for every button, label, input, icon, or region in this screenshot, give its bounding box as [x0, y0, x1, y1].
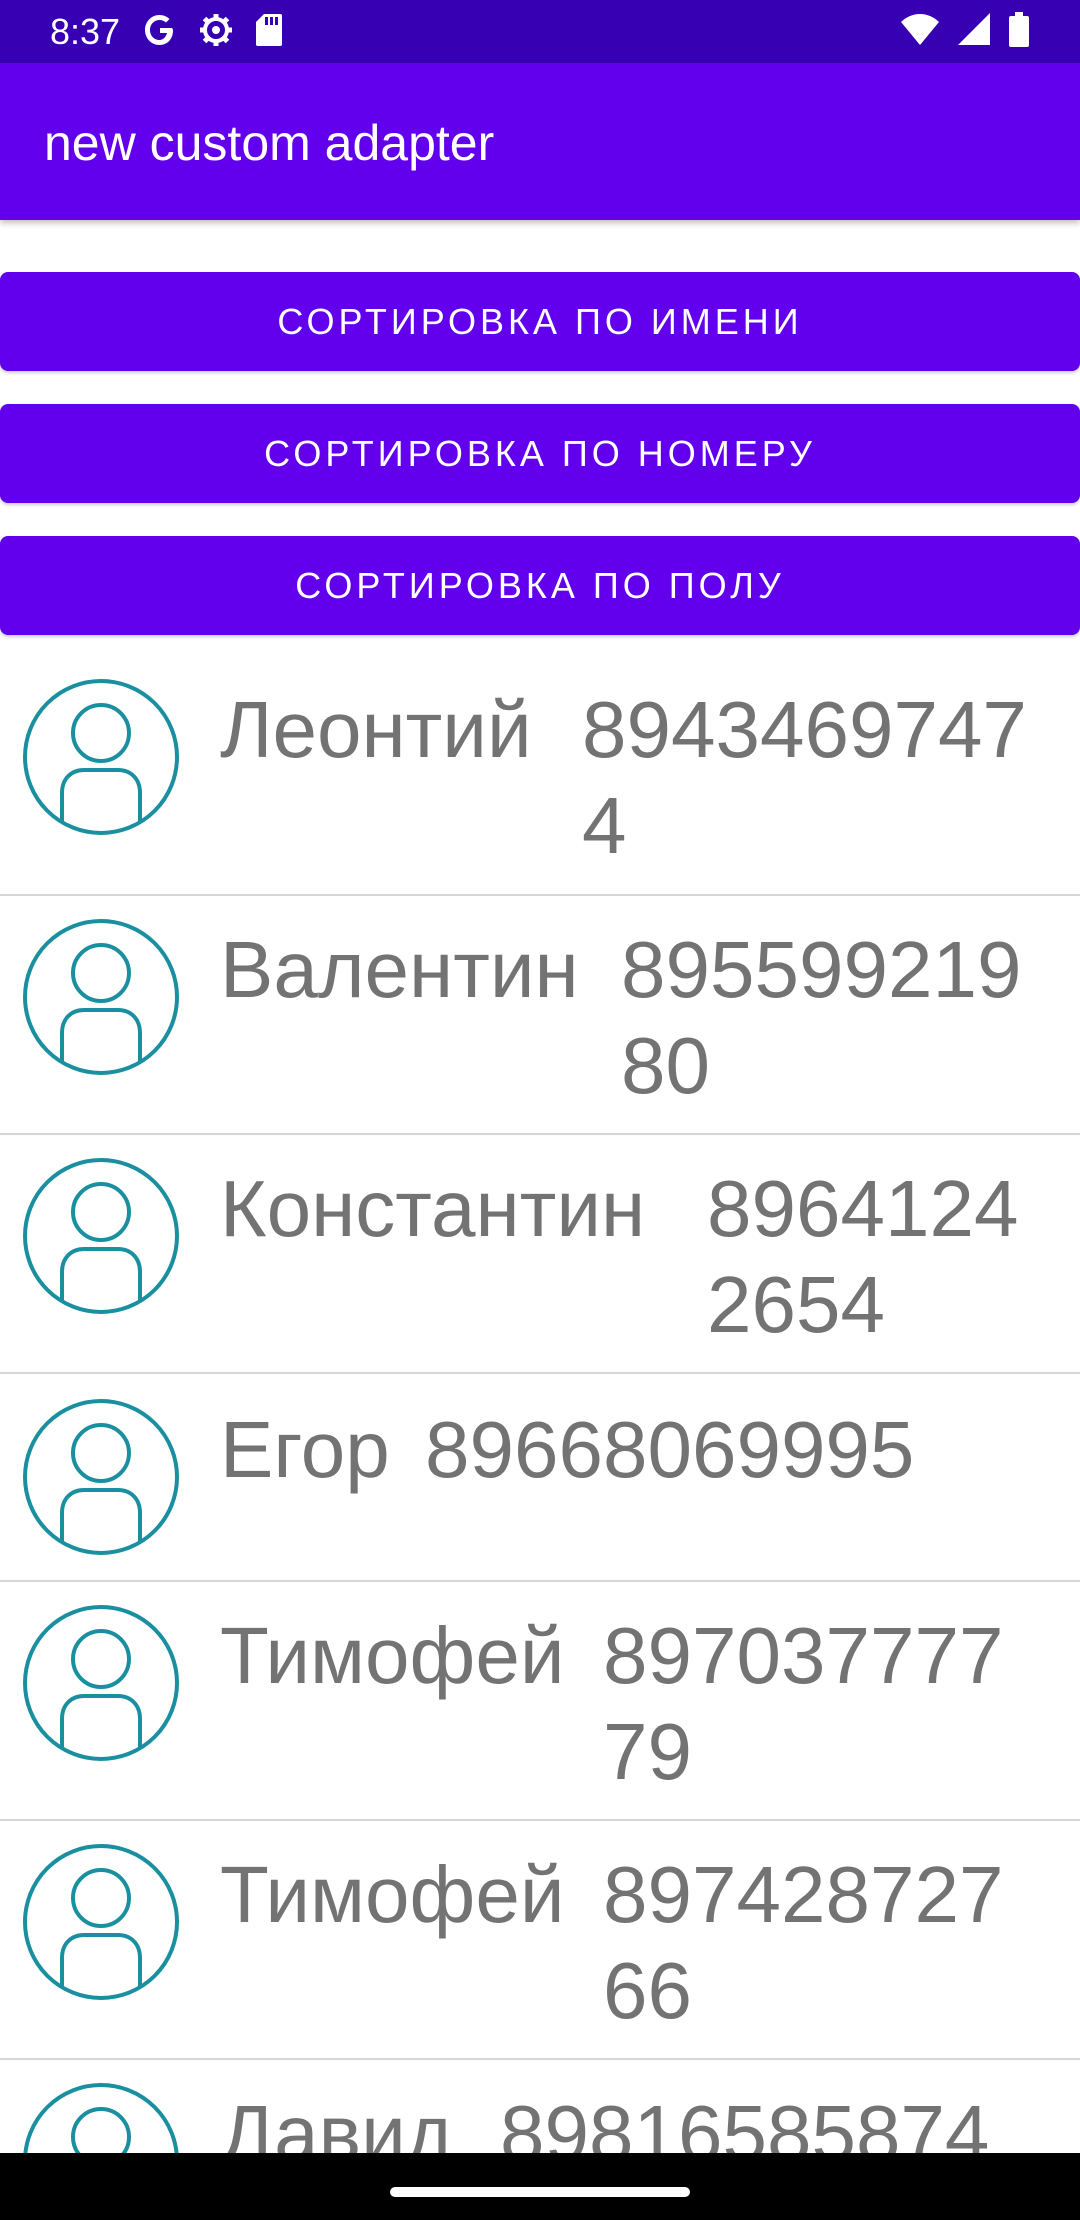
contact-phone: 89559921980: [621, 925, 1022, 1110]
person-avatar-icon: [23, 1844, 179, 2000]
person-avatar-icon: [23, 679, 179, 835]
person-avatar-icon: [23, 1399, 179, 1555]
person-avatar-icon: [23, 1605, 179, 1761]
person-avatar-icon: [23, 2083, 179, 2153]
status-icons-left: [142, 12, 284, 53]
contact-phone: 89816585874: [500, 2089, 990, 2153]
sort-by-name-button[interactable]: СОРТИРОВКА ПО ИМЕНИ: [0, 272, 1080, 371]
contact-name: Тимофей: [220, 1611, 565, 1700]
list-item[interactable]: Леонтий 89434697474: [0, 640, 1080, 896]
contact-phone: 89434697474: [582, 685, 1027, 870]
contact-phone: 89641242654: [707, 1164, 1019, 1349]
sort-by-number-button[interactable]: СОРТИРОВКА ПО НОМЕРУ: [0, 404, 1080, 503]
list-item[interactable]: Давид 89816585874: [0, 2060, 1080, 2153]
wifi-icon: [900, 13, 940, 52]
sd-card-icon: [254, 12, 284, 53]
battery-icon: [1008, 11, 1030, 53]
settings-gear-icon: [198, 12, 234, 53]
contact-phone: 89742872766: [603, 1850, 1004, 2035]
contact-name: Леонтий: [220, 685, 532, 774]
app-title: new custom adapter: [44, 115, 495, 171]
contact-list[interactable]: Леонтий 89434697474 Валентин 89559921980…: [0, 640, 1080, 2153]
list-item[interactable]: Тимофей 89703777779: [0, 1582, 1080, 1821]
list-item[interactable]: Егор 89668069995: [0, 1374, 1080, 1582]
status-bar: 8:37: [0, 0, 1080, 63]
cell-signal-icon: [956, 12, 992, 52]
person-avatar-icon: [23, 1158, 179, 1314]
contact-name: Тимофей: [220, 1850, 565, 1939]
app-bar: new custom adapter: [0, 63, 1080, 220]
list-item[interactable]: Константин 89641242654: [0, 1135, 1080, 1374]
navigation-bar: [0, 2153, 1080, 2220]
status-time: 8:37: [50, 11, 121, 52]
status-icons-right: [900, 11, 1030, 53]
google-g-icon: [142, 12, 178, 53]
contact-name: Давид: [220, 2089, 453, 2153]
contact-phone: 89668069995: [425, 1405, 915, 1494]
contact-name: Константин: [220, 1164, 646, 1253]
list-item[interactable]: Валентин 89559921980: [0, 896, 1080, 1135]
person-avatar-icon: [23, 919, 179, 1075]
contact-name: Валентин: [220, 925, 579, 1014]
list-item[interactable]: Тимофей 89742872766: [0, 1821, 1080, 2060]
contact-name: Егор: [220, 1405, 390, 1494]
contact-phone: 89703777779: [603, 1611, 1004, 1796]
home-gesture-handle[interactable]: [390, 2187, 690, 2197]
sort-by-gender-button[interactable]: СОРТИРОВКА ПО ПОЛУ: [0, 536, 1080, 635]
